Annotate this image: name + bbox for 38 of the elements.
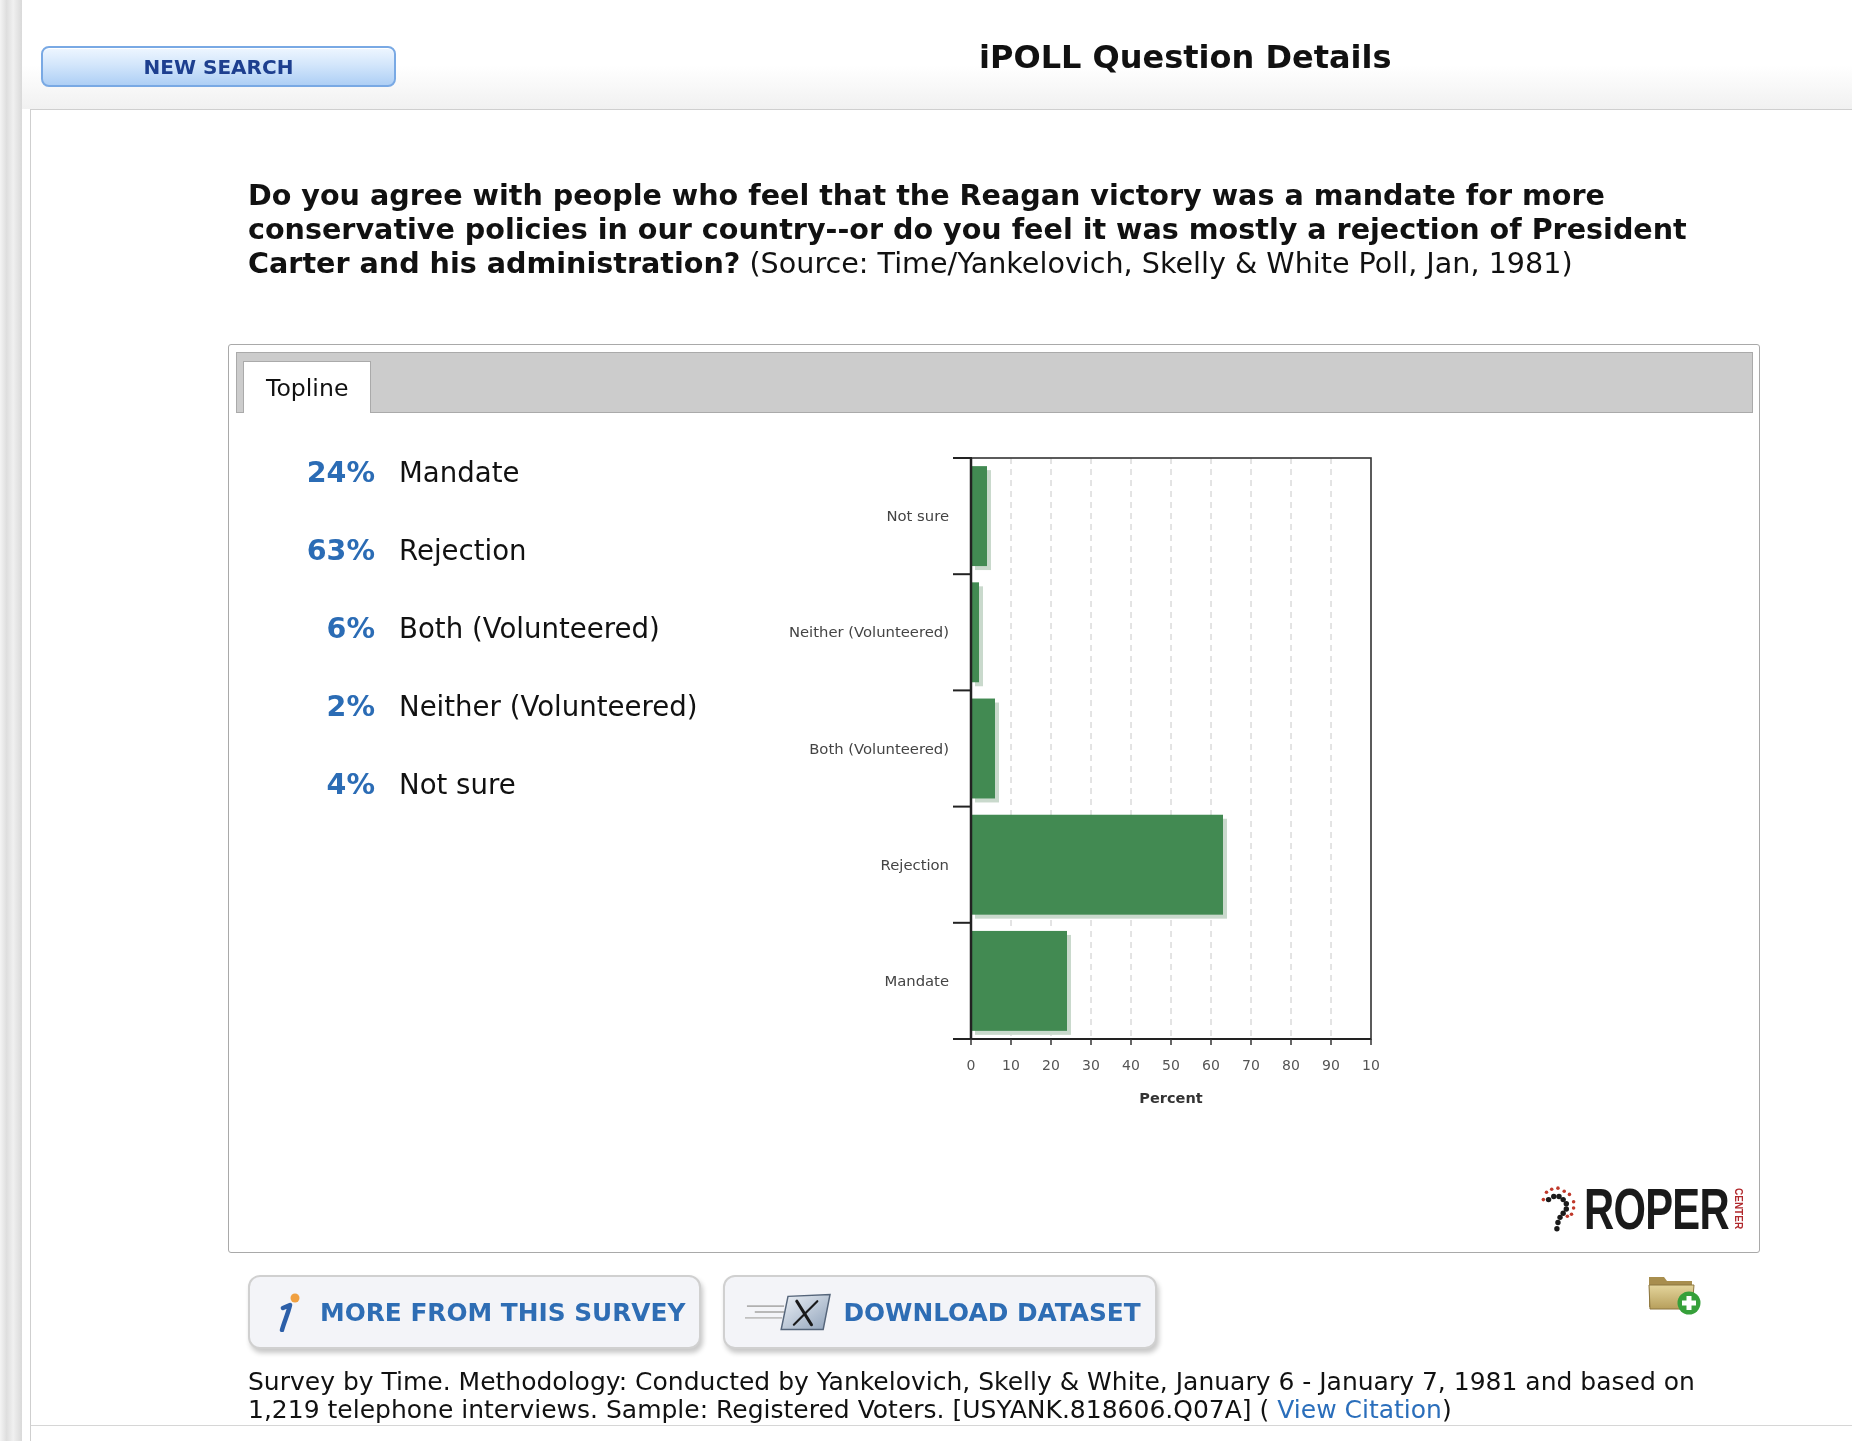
x-tile-icon: [745, 1293, 832, 1331]
percent-value: 2%: [325, 689, 375, 723]
answer-label: Neither (Volunteered): [399, 689, 698, 723]
category-label: Not sure: [886, 507, 949, 525]
tick-label: 60: [1202, 1057, 1220, 1073]
answer-label: Rejection: [399, 533, 527, 567]
axis-title: Percent: [1139, 1090, 1203, 1106]
tick-label: 90: [1322, 1057, 1340, 1073]
tick-label: 70: [1242, 1057, 1260, 1073]
percent-value: 63%: [305, 533, 375, 567]
answer-label: Mandate: [399, 455, 520, 489]
tick-label: 50: [1162, 1057, 1180, 1073]
tick-label: 30: [1082, 1057, 1100, 1073]
category-label: Neither (Volunteered): [788, 623, 949, 641]
answer-label: Not sure: [399, 767, 516, 801]
tab[interactable]: Topline: [243, 361, 372, 413]
page-title: iPOLL Question Details: [979, 38, 1392, 76]
logo-wordmark: ROPER: [1583, 1180, 1729, 1238]
tick-label: 10: [1002, 1057, 1020, 1073]
percent-value: 6%: [325, 611, 375, 645]
answer-label: Both (Volunteered): [399, 611, 660, 645]
tick-label: 0: [966, 1057, 976, 1073]
more-from-survey-button[interactable]: MORE FROM THIS SURVEY: [248, 1275, 702, 1349]
view-citation-link[interactable]: View Citation: [1277, 1395, 1442, 1424]
category-label: Both (Volunteered): [809, 739, 949, 757]
new-search-button[interactable]: NEW SEARCH: [41, 46, 396, 87]
tick-label: 40: [1122, 1057, 1140, 1073]
tick-label: 10: [1362, 1057, 1380, 1073]
methodology-text: Survey by Time. Methodology: Conducted by Yankelovich, Skelly & White, January 6 - January 7, 1981 and based on 1,219 telephone interviews. Sample: Registered Voters. [USYANK.818606.Q07A] ( View Citation): [248, 1368, 1696, 1424]
logo-subtitle: CENTER: [1733, 1188, 1743, 1230]
tick-label: 20: [1042, 1057, 1060, 1073]
question-text: Do you agree with people who feel that the Reagan victory was a mandate for more conservative policies in our country--or do you feel it was mostly a rejection of President Carter and his administration? (Source: Time/Yankelovich, Skelly & White Poll, Jan, 1981): [248, 178, 1688, 280]
percent-value: 24%: [305, 455, 375, 489]
download-dataset-button[interactable]: DOWNLOAD DATASET: [723, 1275, 1157, 1349]
category-label: Rejection: [880, 855, 949, 873]
tick-label: 80: [1282, 1057, 1300, 1073]
category-label: Mandate: [884, 971, 949, 989]
percent-value: 4%: [325, 767, 375, 801]
